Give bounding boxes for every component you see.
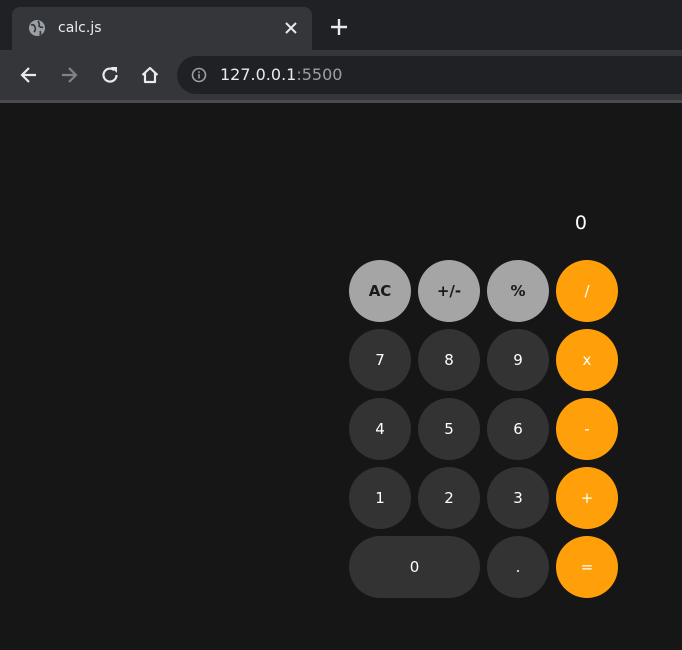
multiply-button[interactable]: x (556, 329, 618, 391)
decimal-button[interactable]: . (487, 536, 549, 598)
equals-button[interactable]: = (556, 536, 618, 598)
url-host: 127.0.0.1 (220, 65, 297, 84)
reload-icon[interactable] (99, 64, 121, 86)
digit-3-button[interactable]: 3 (487, 467, 549, 529)
digit-8-button[interactable]: 8 (418, 329, 480, 391)
add-button[interactable]: + (556, 467, 618, 529)
calculator-display: 0 (574, 212, 587, 234)
subtract-button[interactable]: - (556, 398, 618, 460)
digit-5-button[interactable]: 5 (418, 398, 480, 460)
digit-0-button[interactable]: 0 (349, 536, 480, 598)
digit-9-button[interactable]: 9 (487, 329, 549, 391)
home-icon[interactable] (139, 64, 161, 86)
url-port: :5500 (296, 65, 343, 84)
tab-strip: calc.js (0, 0, 682, 50)
browser-tab[interactable]: calc.js (12, 7, 312, 50)
page-content: 0 AC +/- % / 7 8 9 x 4 5 6 - 1 2 3 + 0 .… (0, 103, 682, 650)
digit-1-button[interactable]: 1 (349, 467, 411, 529)
info-icon[interactable] (191, 67, 207, 83)
divide-button[interactable]: / (556, 260, 618, 322)
keypad: AC +/- % / 7 8 9 x 4 5 6 - 1 2 3 + 0 . = (349, 260, 618, 598)
digit-2-button[interactable]: 2 (418, 467, 480, 529)
clear-button[interactable]: AC (349, 260, 411, 322)
url-text[interactable]: 127.0.0.1:5500 (220, 64, 342, 86)
back-arrow-icon[interactable] (18, 64, 40, 86)
browser-toolbar: 127.0.0.1:5500 (0, 50, 682, 100)
close-icon[interactable] (282, 19, 300, 37)
digit-7-button[interactable]: 7 (349, 329, 411, 391)
digit-6-button[interactable]: 6 (487, 398, 549, 460)
address-bar[interactable]: 127.0.0.1:5500 (177, 56, 682, 94)
digit-4-button[interactable]: 4 (349, 398, 411, 460)
globe-icon (29, 20, 45, 36)
percent-button[interactable]: % (487, 260, 549, 322)
plus-icon[interactable] (328, 16, 350, 38)
tab-title: calc.js (58, 20, 102, 36)
forward-arrow-icon[interactable] (58, 64, 80, 86)
sign-toggle-button[interactable]: +/- (418, 260, 480, 322)
